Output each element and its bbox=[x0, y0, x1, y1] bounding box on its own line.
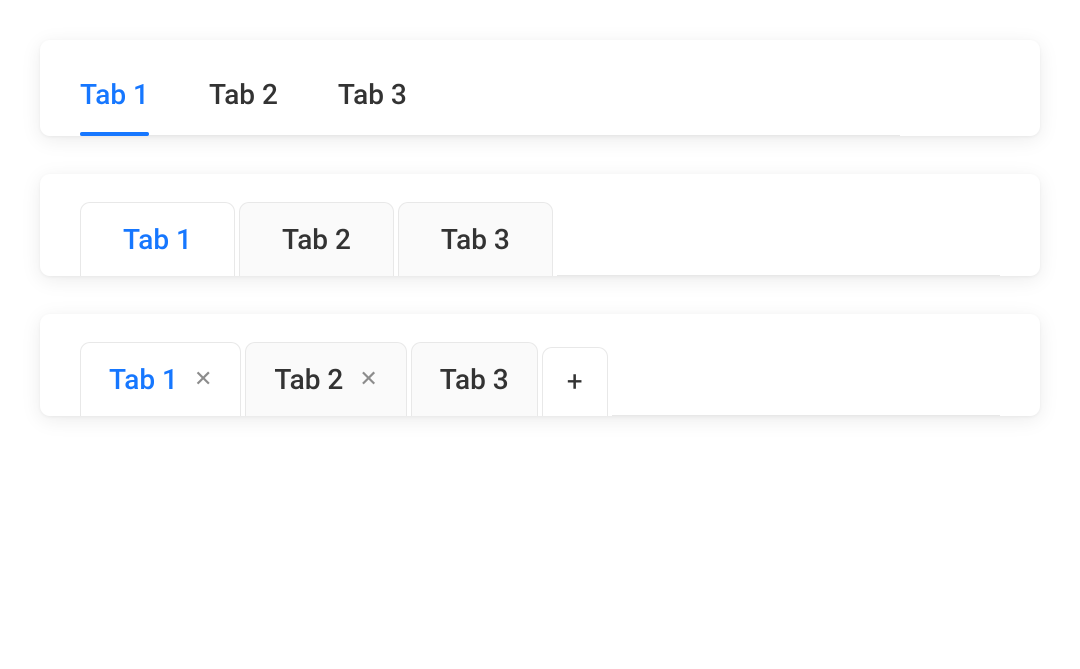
close-icon[interactable]: ✕ bbox=[194, 369, 212, 391]
tabs-editable-card: Tab 1 ✕ Tab 2 ✕ Tab 3 + bbox=[40, 314, 1040, 416]
tabs-editable-fill bbox=[612, 415, 1000, 416]
tab-3-label: Tab 3 bbox=[440, 363, 509, 396]
tab-1-label: Tab 1 bbox=[109, 363, 178, 396]
tab-2[interactable]: Tab 2 ✕ bbox=[245, 342, 406, 416]
tabs-card-fill bbox=[557, 275, 1000, 276]
tabs-line-row: Tab 1 Tab 2 Tab 3 bbox=[80, 70, 900, 136]
tab-2[interactable]: Tab 2 bbox=[239, 202, 394, 276]
tabs-card-row: Tab 1 Tab 2 Tab 3 bbox=[80, 202, 1000, 276]
tabs-card-container: Tab 1 Tab 2 Tab 3 bbox=[40, 174, 1040, 276]
tabs-line-container: Tab 1 Tab 2 Tab 3 bbox=[40, 40, 1040, 136]
tabs-card-card: Tab 1 Tab 2 Tab 3 bbox=[40, 174, 1040, 276]
plus-icon: + bbox=[567, 368, 583, 396]
tabs-line-card: Tab 1 Tab 2 Tab 3 bbox=[40, 40, 1040, 136]
tab-1[interactable]: Tab 1 bbox=[80, 70, 149, 135]
add-tab-button[interactable]: + bbox=[542, 347, 608, 416]
tabs-editable-container: Tab 1 ✕ Tab 2 ✕ Tab 3 + bbox=[40, 314, 1040, 416]
tab-2-label: Tab 2 bbox=[274, 363, 343, 396]
tab-3[interactable]: Tab 3 bbox=[398, 202, 553, 276]
tab-3[interactable]: Tab 3 bbox=[411, 342, 538, 416]
tab-1[interactable]: Tab 1 bbox=[80, 202, 235, 276]
tab-2[interactable]: Tab 2 bbox=[209, 70, 278, 135]
tab-3[interactable]: Tab 3 bbox=[338, 70, 407, 135]
close-icon[interactable]: ✕ bbox=[359, 369, 377, 391]
tab-1[interactable]: Tab 1 ✕ bbox=[80, 342, 241, 416]
tabs-editable-row: Tab 1 ✕ Tab 2 ✕ Tab 3 + bbox=[80, 342, 1000, 416]
